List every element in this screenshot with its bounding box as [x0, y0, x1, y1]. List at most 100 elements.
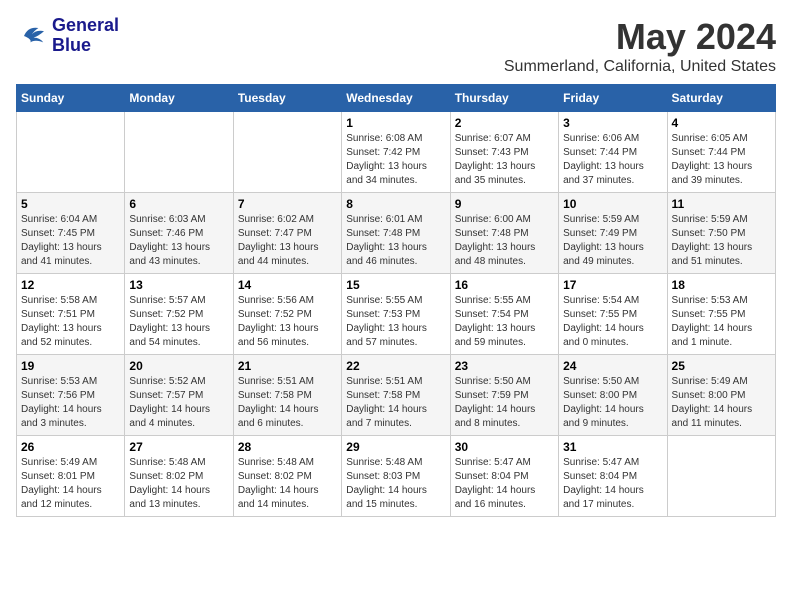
day-number: 27 [129, 440, 228, 454]
day-number: 31 [563, 440, 662, 454]
day-info: Sunrise: 5:49 AM Sunset: 8:01 PM Dayligh… [21, 456, 120, 512]
calendar-cell: 3 Sunrise: 6:06 AM Sunset: 7:44 PM Daylig… [559, 112, 667, 193]
weekday-header-friday: Friday [559, 85, 667, 112]
week-row-2: 5 Sunrise: 6:04 AM Sunset: 7:45 PM Daylig… [17, 193, 776, 274]
calendar-cell: 25Sunrise: 5:49 AM Sunset: 8:00 PM Dayli… [667, 355, 775, 436]
day-info: Sunrise: 5:47 AM Sunset: 8:04 PM Dayligh… [455, 456, 554, 512]
day-number: 29 [346, 440, 445, 454]
logo: General Blue [16, 16, 119, 56]
week-row-4: 19Sunrise: 5:53 AM Sunset: 7:56 PM Dayli… [17, 355, 776, 436]
day-number: 15 [346, 278, 445, 292]
day-number: 21 [238, 359, 337, 373]
day-number: 12 [21, 278, 120, 292]
weekday-header-wednesday: Wednesday [342, 85, 450, 112]
calendar-cell: 6 Sunrise: 6:03 AM Sunset: 7:46 PM Daylig… [125, 193, 233, 274]
week-row-1: 1 Sunrise: 6:08 AM Sunset: 7:42 PM Daylig… [17, 112, 776, 193]
calendar-cell [667, 436, 775, 517]
day-info: Sunrise: 5:59 AM Sunset: 7:50 PM Dayligh… [672, 213, 771, 269]
calendar-cell: 18Sunrise: 5:53 AM Sunset: 7:55 PM Dayli… [667, 274, 775, 355]
calendar-cell: 2 Sunrise: 6:07 AM Sunset: 7:43 PM Daylig… [450, 112, 558, 193]
day-info: Sunrise: 5:48 AM Sunset: 8:02 PM Dayligh… [238, 456, 337, 512]
day-number: 1 [346, 116, 445, 130]
calendar-cell: 19Sunrise: 5:53 AM Sunset: 7:56 PM Dayli… [17, 355, 125, 436]
day-info: Sunrise: 6:02 AM Sunset: 7:47 PM Dayligh… [238, 213, 337, 269]
day-number: 10 [563, 197, 662, 211]
weekday-header-row: SundayMondayTuesdayWednesdayThursdayFrid… [17, 85, 776, 112]
day-info: Sunrise: 6:07 AM Sunset: 7:43 PM Dayligh… [455, 132, 554, 188]
day-number: 18 [672, 278, 771, 292]
day-info: Sunrise: 6:03 AM Sunset: 7:46 PM Dayligh… [129, 213, 228, 269]
calendar-cell [17, 112, 125, 193]
week-row-5: 26 Sunrise: 5:49 AM Sunset: 8:01 PM Dayli… [17, 436, 776, 517]
day-info: Sunrise: 5:50 AM Sunset: 8:00 PM Dayligh… [563, 375, 662, 431]
weekday-header-saturday: Saturday [667, 85, 775, 112]
day-number: 17 [563, 278, 662, 292]
day-info: Sunrise: 6:04 AM Sunset: 7:45 PM Dayligh… [21, 213, 120, 269]
day-number: 22 [346, 359, 445, 373]
day-info: Sunrise: 5:50 AM Sunset: 7:59 PM Dayligh… [455, 375, 554, 431]
day-info: Sunrise: 5:47 AM Sunset: 8:04 PM Dayligh… [563, 456, 662, 512]
day-number: 3 [563, 116, 662, 130]
calendar-cell: 9 Sunrise: 6:00 AM Sunset: 7:48 PM Daylig… [450, 193, 558, 274]
day-number: 24 [563, 359, 662, 373]
calendar-cell: 27 Sunrise: 5:48 AM Sunset: 8:02 PM Dayli… [125, 436, 233, 517]
day-number: 6 [129, 197, 228, 211]
calendar-cell: 21Sunrise: 5:51 AM Sunset: 7:58 PM Dayli… [233, 355, 341, 436]
day-number: 30 [455, 440, 554, 454]
day-info: Sunrise: 6:06 AM Sunset: 7:44 PM Dayligh… [563, 132, 662, 188]
calendar-cell: 16 Sunrise: 5:55 AM Sunset: 7:54 PM Dayli… [450, 274, 558, 355]
day-number: 13 [129, 278, 228, 292]
calendar-cell: 30 Sunrise: 5:47 AM Sunset: 8:04 PM Dayli… [450, 436, 558, 517]
calendar-cell: 28 Sunrise: 5:48 AM Sunset: 8:02 PM Dayli… [233, 436, 341, 517]
calendar-cell: 17Sunrise: 5:54 AM Sunset: 7:55 PM Dayli… [559, 274, 667, 355]
calendar-cell: 15 Sunrise: 5:55 AM Sunset: 7:53 PM Dayli… [342, 274, 450, 355]
calendar-cell: 8 Sunrise: 6:01 AM Sunset: 7:48 PM Daylig… [342, 193, 450, 274]
day-info: Sunrise: 5:55 AM Sunset: 7:54 PM Dayligh… [455, 294, 554, 350]
day-number: 16 [455, 278, 554, 292]
day-number: 2 [455, 116, 554, 130]
week-row-3: 12 Sunrise: 5:58 AM Sunset: 7:51 PM Dayli… [17, 274, 776, 355]
calendar-cell: 20Sunrise: 5:52 AM Sunset: 7:57 PM Dayli… [125, 355, 233, 436]
day-number: 5 [21, 197, 120, 211]
day-info: Sunrise: 6:01 AM Sunset: 7:48 PM Dayligh… [346, 213, 445, 269]
day-info: Sunrise: 5:48 AM Sunset: 8:03 PM Dayligh… [346, 456, 445, 512]
day-number: 11 [672, 197, 771, 211]
calendar-cell: 22 Sunrise: 5:51 AM Sunset: 7:58 PM Dayli… [342, 355, 450, 436]
logo-icon [16, 20, 48, 52]
location-title: Summerland, California, United States [504, 58, 776, 76]
day-number: 26 [21, 440, 120, 454]
weekday-header-tuesday: Tuesday [233, 85, 341, 112]
calendar-cell: 23Sunrise: 5:50 AM Sunset: 7:59 PM Dayli… [450, 355, 558, 436]
calendar-cell: 7 Sunrise: 6:02 AM Sunset: 7:47 PM Daylig… [233, 193, 341, 274]
page-header: General Blue May 2024 Summerland, Califo… [16, 16, 776, 76]
calendar-cell: 26 Sunrise: 5:49 AM Sunset: 8:01 PM Dayli… [17, 436, 125, 517]
logo-text: General Blue [52, 16, 119, 56]
day-info: Sunrise: 5:52 AM Sunset: 7:57 PM Dayligh… [129, 375, 228, 431]
day-info: Sunrise: 6:08 AM Sunset: 7:42 PM Dayligh… [346, 132, 445, 188]
calendar-cell: 13Sunrise: 5:57 AM Sunset: 7:52 PM Dayli… [125, 274, 233, 355]
calendar-cell: 5 Sunrise: 6:04 AM Sunset: 7:45 PM Daylig… [17, 193, 125, 274]
day-number: 19 [21, 359, 120, 373]
calendar-cell: 31 Sunrise: 5:47 AM Sunset: 8:04 PM Dayli… [559, 436, 667, 517]
day-number: 25 [672, 359, 771, 373]
day-number: 8 [346, 197, 445, 211]
calendar-cell: 24 Sunrise: 5:50 AM Sunset: 8:00 PM Dayli… [559, 355, 667, 436]
calendar-cell [125, 112, 233, 193]
weekday-header-monday: Monday [125, 85, 233, 112]
calendar-cell [233, 112, 341, 193]
day-number: 28 [238, 440, 337, 454]
day-info: Sunrise: 5:56 AM Sunset: 7:52 PM Dayligh… [238, 294, 337, 350]
day-info: Sunrise: 5:51 AM Sunset: 7:58 PM Dayligh… [346, 375, 445, 431]
day-info: Sunrise: 6:00 AM Sunset: 7:48 PM Dayligh… [455, 213, 554, 269]
day-number: 9 [455, 197, 554, 211]
title-area: May 2024 Summerland, California, United … [504, 16, 776, 76]
calendar-cell: 12 Sunrise: 5:58 AM Sunset: 7:51 PM Dayli… [17, 274, 125, 355]
day-number: 7 [238, 197, 337, 211]
day-info: Sunrise: 5:48 AM Sunset: 8:02 PM Dayligh… [129, 456, 228, 512]
day-info: Sunrise: 5:55 AM Sunset: 7:53 PM Dayligh… [346, 294, 445, 350]
calendar-cell: 10Sunrise: 5:59 AM Sunset: 7:49 PM Dayli… [559, 193, 667, 274]
day-info: Sunrise: 5:58 AM Sunset: 7:51 PM Dayligh… [21, 294, 120, 350]
calendar-cell: 29 Sunrise: 5:48 AM Sunset: 8:03 PM Dayli… [342, 436, 450, 517]
weekday-header-thursday: Thursday [450, 85, 558, 112]
day-number: 4 [672, 116, 771, 130]
